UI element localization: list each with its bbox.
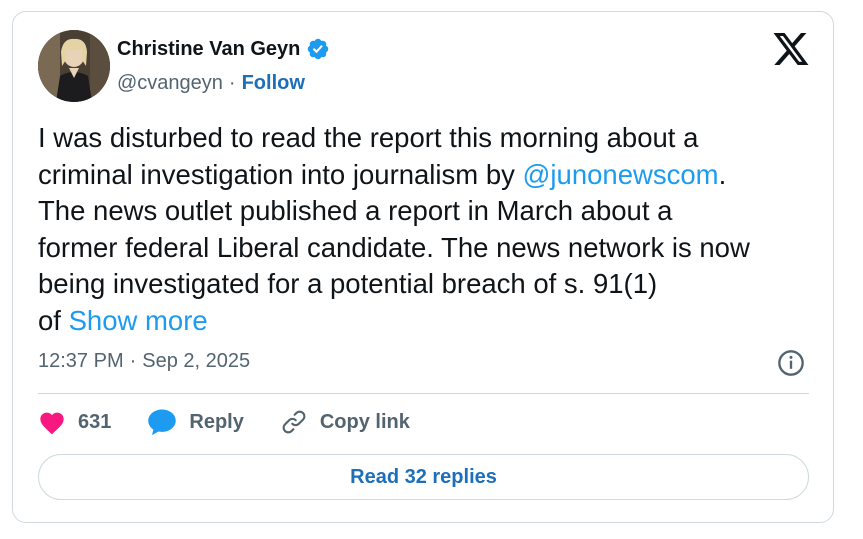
read-replies-label: Read 32 replies bbox=[350, 465, 497, 488]
tweet-text: I was disturbed to read the report this … bbox=[38, 120, 828, 339]
tweet-date: Sep 2, 2025 bbox=[142, 350, 251, 372]
tweet-time: 12:37 PM bbox=[38, 350, 124, 372]
avatar-photo bbox=[38, 30, 110, 102]
copy-link-label: Copy link bbox=[319, 410, 410, 433]
link-icon bbox=[282, 410, 306, 434]
copy-link-button[interactable]: Copy link bbox=[280, 408, 410, 436]
read-replies-button[interactable]: Read 32 replies bbox=[38, 454, 809, 500]
follow-button[interactable]: Follow bbox=[242, 72, 305, 95]
like-count: 631 bbox=[78, 410, 112, 433]
author-handle-row: @cvangeyn · Follow bbox=[117, 72, 305, 95]
divider bbox=[38, 393, 809, 394]
tweet-card: Christine Van Geyn @cvangeyn · Follow I … bbox=[12, 11, 834, 523]
tweet-timestamp[interactable]: 12:37 PM · Sep 2, 2025 bbox=[38, 350, 250, 373]
avatar[interactable] bbox=[38, 30, 110, 102]
mention-link[interactable]: @junonewscom bbox=[523, 159, 719, 190]
speech-bubble-icon bbox=[148, 409, 177, 436]
x-logo-icon[interactable] bbox=[773, 33, 809, 65]
heart-icon bbox=[40, 412, 64, 435]
action-bar: 631 Reply Copy link bbox=[38, 408, 410, 436]
like-button[interactable]: 631 bbox=[38, 409, 111, 435]
author-handle[interactable]: @cvangeyn bbox=[117, 72, 223, 95]
author-name-row: Christine Van Geyn bbox=[117, 37, 330, 61]
reply-label: Reply bbox=[189, 410, 244, 433]
separator-dot: · bbox=[228, 72, 236, 94]
info-icon[interactable] bbox=[777, 349, 805, 377]
verified-badge-icon bbox=[308, 38, 329, 60]
reply-button[interactable]: Reply bbox=[147, 408, 244, 436]
author-name[interactable]: Christine Van Geyn bbox=[117, 38, 300, 61]
show-more-link[interactable]: Show more bbox=[69, 305, 208, 336]
timestamp-separator: · bbox=[129, 350, 137, 372]
